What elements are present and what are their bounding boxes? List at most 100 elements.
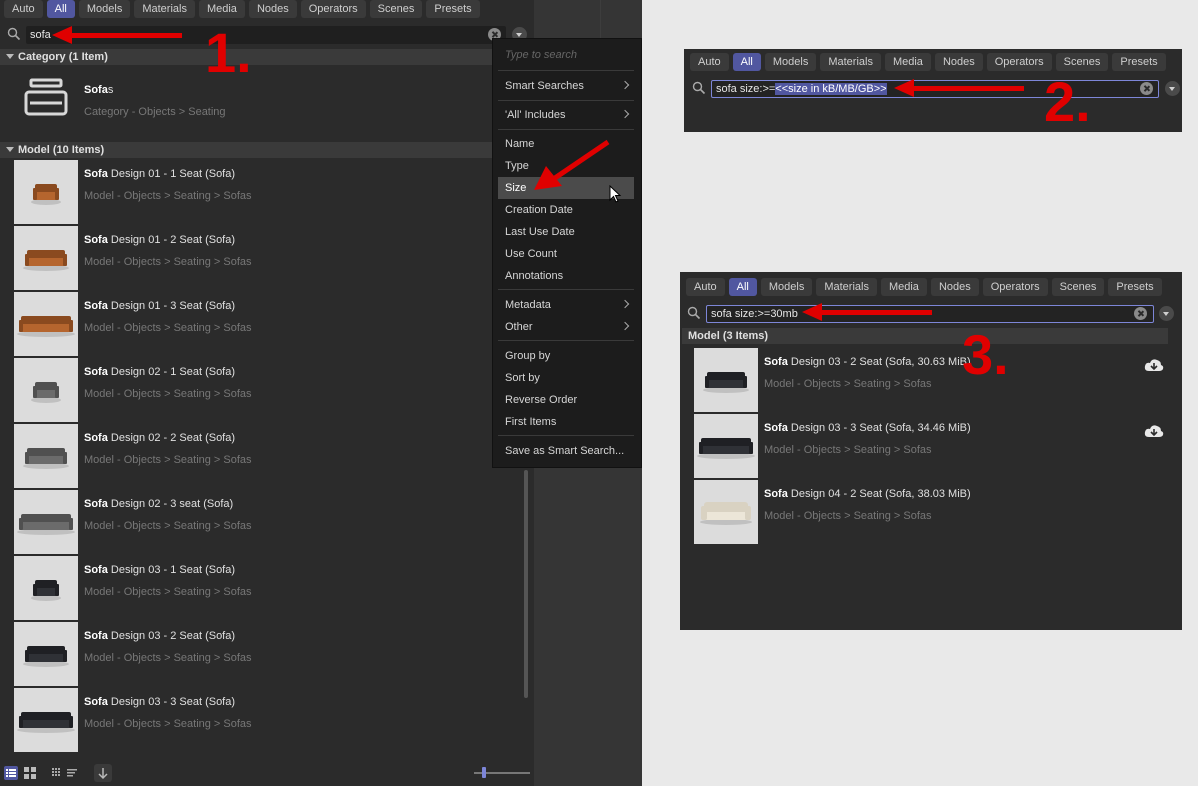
item-title: Sofa Design 03 - 2 Seat (Sofa, 30.63 MiB…	[764, 356, 971, 368]
model-section-header[interactable]: Model (3 Items)	[682, 328, 1168, 344]
menu-item-annotations[interactable]: Annotations	[498, 265, 634, 287]
tab-nodes[interactable]: Nodes	[930, 278, 979, 296]
cloud-download-icon[interactable]	[1144, 358, 1164, 372]
grid-view-icon[interactable]	[23, 766, 37, 780]
tab-nodes[interactable]: Nodes	[248, 0, 297, 18]
sofa-thumbnail	[14, 424, 78, 488]
tab-models[interactable]: Models	[760, 278, 813, 296]
model-list-item[interactable]: Sofa Design 03 - 1 Seat (Sofa) Model - Ob…	[14, 556, 484, 620]
model-list-item[interactable]: Sofa Design 02 - 2 Seat (Sofa) Model - Ob…	[14, 424, 484, 488]
annotation-arrow-1	[52, 26, 182, 44]
group-sort-icon[interactable]	[51, 767, 79, 779]
search-icon	[687, 306, 701, 320]
search-options-dropdown[interactable]	[1165, 81, 1180, 96]
model-list-item[interactable]: Sofa Design 03 - 2 Seat (Sofa) Model - Ob…	[14, 622, 484, 686]
tab-auto[interactable]: Auto	[690, 53, 729, 71]
tab-models[interactable]: Models	[78, 0, 131, 18]
menu-item-use-count[interactable]: Use Count	[498, 243, 634, 265]
tab-all[interactable]: All	[46, 0, 75, 18]
asset-browser-main-panel: Auto All Models Materials Media Nodes Op…	[0, 0, 534, 786]
model-list-item[interactable]: Sofa Design 01 - 3 Seat (Sofa) Model - Ob…	[14, 292, 484, 356]
menu-item-reverse-order[interactable]: Reverse Order	[498, 389, 634, 411]
menu-item-first-items[interactable]: First Items	[498, 411, 634, 433]
item-title: Sofa Design 03 - 1 Seat (Sofa)	[84, 564, 236, 576]
tab-media[interactable]: Media	[198, 0, 245, 18]
slider-handle[interactable]	[482, 767, 486, 778]
submenu-arrow-icon	[620, 80, 630, 90]
tab-presets[interactable]: Presets	[426, 0, 480, 18]
search-options-menu: Type to search Smart Searches 'All' Incl…	[492, 38, 642, 468]
menu-item-save-smart-search[interactable]: Save as Smart Search...	[498, 440, 634, 462]
menu-item-all-includes[interactable]: 'All' Includes	[498, 104, 634, 126]
tab-auto[interactable]: Auto	[4, 0, 43, 18]
tab-nodes[interactable]: Nodes	[934, 53, 983, 71]
clear-search-icon[interactable]	[1140, 82, 1153, 95]
tab-operators[interactable]: Operators	[300, 0, 366, 18]
search-query-text: sofa size:>=	[716, 83, 776, 95]
model-list-item[interactable]: Sofa Design 02 - 1 Seat (Sofa) Model - Ob…	[14, 358, 484, 422]
scrollbar[interactable]	[524, 470, 528, 698]
model-list-item[interactable]: Sofa Design 01 - 2 Seat (Sofa) Model - Ob…	[14, 226, 484, 290]
tab-media[interactable]: Media	[884, 53, 931, 71]
menu-item-group-by[interactable]: Group by	[498, 345, 634, 367]
item-title: Sofa Design 01 - 1 Seat (Sofa)	[84, 168, 236, 180]
tab-materials[interactable]: Materials	[820, 53, 881, 71]
tab-operators[interactable]: Operators	[986, 53, 1052, 71]
tab-materials[interactable]: Materials	[134, 0, 195, 18]
sofa-thumbnail	[14, 622, 78, 686]
model-list-item[interactable]: Sofa Design 01 - 1 Seat (Sofa) Model - Ob…	[14, 160, 484, 224]
tab-materials[interactable]: Materials	[816, 278, 877, 296]
item-path: Model - Objects > Seating > Sofas	[764, 510, 932, 522]
item-title: Sofas	[84, 84, 114, 96]
tab-media[interactable]: Media	[880, 278, 927, 296]
tab-all[interactable]: All	[732, 53, 761, 71]
submenu-arrow-icon	[620, 299, 630, 309]
tab-scenes[interactable]: Scenes	[369, 0, 423, 18]
tab-presets[interactable]: Presets	[1112, 53, 1166, 71]
category-section-header[interactable]: Category (1 Item)	[0, 49, 534, 65]
tab-all[interactable]: All	[728, 278, 757, 296]
download-button[interactable]	[94, 764, 112, 782]
menu-item-last-use-date[interactable]: Last Use Date	[498, 221, 634, 243]
list-view-button[interactable]	[4, 766, 18, 780]
cloud-download-icon[interactable]	[1144, 424, 1164, 438]
menu-item-other[interactable]: Other	[498, 316, 634, 338]
model-list-item[interactable]: Sofa Design 04 - 2 Seat (Sofa, 38.03 MiB…	[694, 480, 1164, 544]
tab-scenes[interactable]: Scenes	[1055, 53, 1109, 71]
item-path: Model - Objects > Seating > Sofas	[764, 444, 932, 456]
section-title: Model (3 Items)	[688, 330, 769, 342]
model-list-item[interactable]: Sofa Design 03 - 2 Seat (Sofa, 30.63 MiB…	[694, 348, 1164, 412]
sofa-thumbnail	[14, 160, 78, 224]
annotation-arrow-3	[802, 303, 932, 321]
model-list-item[interactable]: Sofa Design 03 - 3 Seat (Sofa, 34.46 MiB…	[694, 414, 1164, 478]
menu-item-metadata[interactable]: Metadata	[498, 294, 634, 316]
item-path: Model - Objects > Seating > Sofas	[84, 652, 252, 664]
sofa-thumbnail	[14, 226, 78, 290]
model-list-item[interactable]: Sofa Design 02 - 3 seat (Sofa) Model - Ob…	[14, 490, 484, 554]
search-icon	[692, 81, 706, 95]
menu-item-smart-searches[interactable]: Smart Searches	[498, 75, 634, 97]
menu-search-placeholder[interactable]: Type to search	[505, 49, 577, 61]
item-path: Model - Objects > Seating > Sofas	[84, 190, 252, 202]
model-section-header[interactable]: Model (10 Items)	[0, 142, 534, 158]
tab-auto[interactable]: Auto	[686, 278, 725, 296]
tab-models[interactable]: Models	[764, 53, 817, 71]
item-path: Model - Objects > Seating > Sofas	[84, 256, 252, 268]
sofa-thumbnail	[14, 358, 78, 422]
sofa-thumbnail	[14, 490, 78, 554]
tab-presets[interactable]: Presets	[1108, 278, 1162, 296]
search-options-dropdown[interactable]	[1159, 306, 1174, 321]
clear-search-icon[interactable]	[1134, 307, 1147, 320]
item-path: Model - Objects > Seating > Sofas	[84, 322, 252, 334]
menu-separator	[498, 100, 634, 101]
list-view-icon	[6, 769, 16, 777]
menu-item-sort-by[interactable]: Sort by	[498, 367, 634, 389]
category-folder-icon	[24, 78, 68, 116]
category-item-sofas[interactable]: Sofas Category - Objects > Seating	[14, 66, 494, 130]
item-title: Sofa Design 03 - 3 Seat (Sofa)	[84, 696, 236, 708]
tab-scenes[interactable]: Scenes	[1051, 278, 1105, 296]
tab-operators[interactable]: Operators	[982, 278, 1048, 296]
submenu-arrow-icon	[620, 109, 630, 119]
model-list-item[interactable]: Sofa Design 03 - 3 Seat (Sofa) Model - Ob…	[14, 688, 484, 752]
item-title: Sofa Design 01 - 3 Seat (Sofa)	[84, 300, 236, 312]
